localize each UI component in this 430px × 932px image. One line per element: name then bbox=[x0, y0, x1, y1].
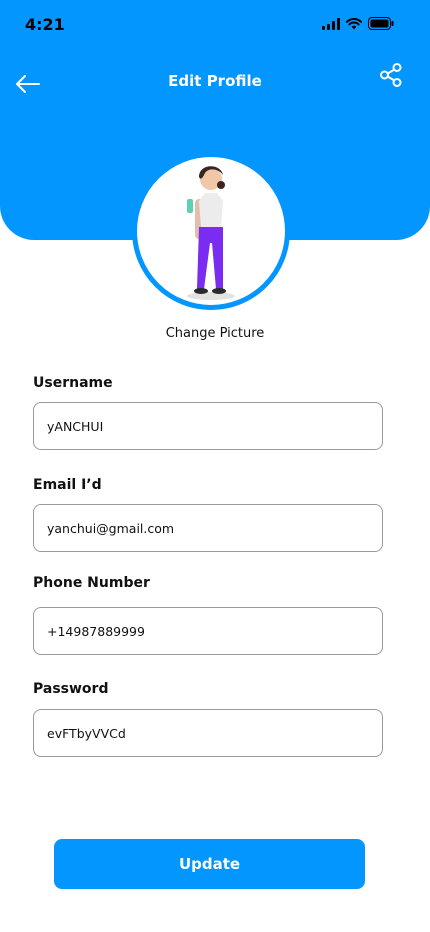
status-bar: 4:21 bbox=[0, 0, 430, 50]
change-picture-link[interactable]: Change Picture bbox=[0, 326, 430, 341]
signal-icon bbox=[322, 17, 340, 30]
phone-label: Phone Number bbox=[33, 575, 150, 591]
page-title: Edit Profile bbox=[168, 72, 262, 90]
password-input[interactable] bbox=[33, 709, 383, 757]
email-label: Email I’d bbox=[33, 477, 102, 493]
battery-icon bbox=[368, 17, 394, 30]
phone-input[interactable] bbox=[33, 607, 383, 655]
password-label: Password bbox=[33, 681, 109, 697]
avatar[interactable] bbox=[132, 152, 290, 310]
status-time: 4:21 bbox=[25, 15, 65, 34]
status-icons bbox=[322, 17, 394, 30]
avatar-illustration bbox=[187, 166, 235, 300]
email-input[interactable] bbox=[33, 504, 383, 552]
share-icon bbox=[380, 63, 402, 87]
update-button[interactable]: Update bbox=[54, 839, 365, 889]
share-button[interactable] bbox=[378, 62, 404, 88]
username-label: Username bbox=[33, 375, 113, 391]
wifi-icon bbox=[346, 17, 362, 29]
username-input[interactable] bbox=[33, 402, 383, 450]
